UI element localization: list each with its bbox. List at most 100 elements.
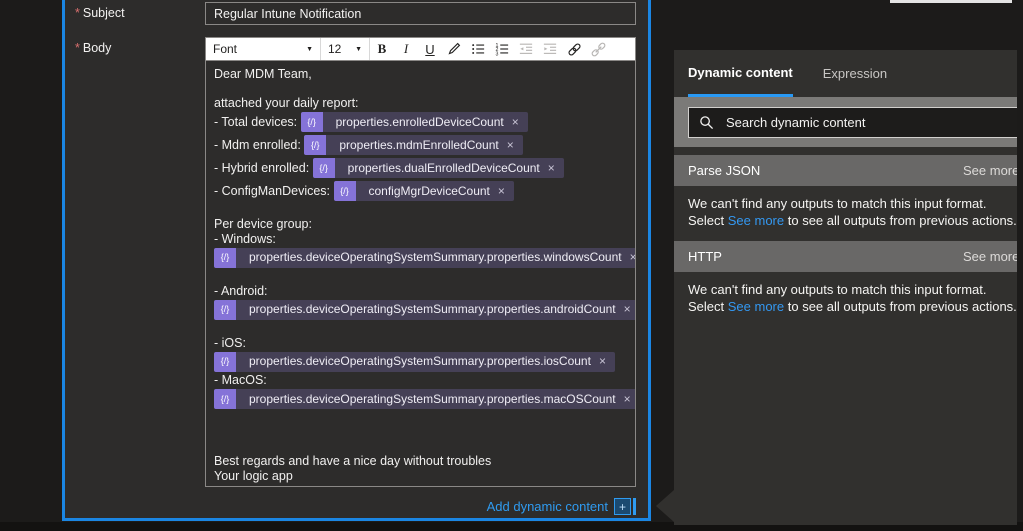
token-label: properties.enrolledDeviceCount× <box>323 112 528 132</box>
body-line-with-token: {/} properties.deviceOperatingSystemSumma… <box>214 246 627 269</box>
numbered-list-button[interactable]: 123 <box>490 38 514 60</box>
dynamic-token[interactable]: {/}properties.deviceOperatingSystemSumma… <box>214 389 636 409</box>
remove-token-icon[interactable]: × <box>624 392 631 407</box>
token-badge-icon: {/} <box>313 158 335 178</box>
add-dynamic-content-row: Add dynamic content + <box>205 498 636 515</box>
panel-tabs: Dynamic content Expression <box>674 50 1017 97</box>
output-group-parse-json: Parse JSONSee moreWe can't find any outp… <box>674 155 1017 229</box>
italic-button[interactable]: I <box>394 38 418 60</box>
body-line-with-token: {/}properties.deviceOperatingSystemSumma… <box>214 298 627 321</box>
add-dynamic-content-link[interactable]: Add dynamic content <box>487 499 608 514</box>
message-line-1: We can't find any outputs to match this … <box>688 281 1017 298</box>
font-size-dropdown[interactable]: 12 ▼ <box>321 38 370 60</box>
no-outputs-message: We can't find any outputs to match this … <box>674 281 1017 315</box>
body-line <box>214 440 627 455</box>
see-more-inline-link[interactable]: See more <box>728 213 784 228</box>
token-badge-icon: {/} <box>214 352 236 372</box>
link-icon <box>567 42 582 57</box>
required-asterisk: * <box>75 41 80 55</box>
dynamic-token[interactable]: {/} properties.deviceOperatingSystemSumma… <box>214 248 636 268</box>
font-family-dropdown[interactable]: Font ▼ <box>206 38 321 60</box>
token-text: properties.mdmEnrolledCount <box>339 138 498 153</box>
no-outputs-message: We can't find any outputs to match this … <box>674 195 1017 229</box>
body-line <box>214 411 627 426</box>
subject-input[interactable] <box>205 2 636 25</box>
body-line: - iOS: <box>214 336 627 351</box>
token-label: properties.deviceOperatingSystemSummary.… <box>236 352 615 372</box>
message-line-2: Select See more to see all outputs from … <box>688 212 1017 229</box>
tab-dynamic-content[interactable]: Dynamic content <box>688 50 793 97</box>
token-text: properties.deviceOperatingSystemSummary.… <box>249 250 622 265</box>
body-line: attached your daily report: <box>214 96 627 111</box>
token-label: configMgrDeviceCount× <box>356 181 514 201</box>
token-badge-icon: {/} <box>301 112 323 132</box>
body-line-text: - Mdm enrolled: <box>214 138 304 153</box>
dynamic-token[interactable]: {/} properties.mdmEnrolledCount × <box>304 135 522 155</box>
text-cursor <box>633 498 636 515</box>
dynamic-token[interactable]: {/}properties.dualEnrolledDeviceCount× <box>313 158 564 178</box>
body-line-with-token: {/} properties.deviceOperatingSystemSumma… <box>214 350 627 373</box>
remove-token-icon[interactable]: × <box>512 115 519 130</box>
unlink-button <box>586 38 610 60</box>
unlink-icon <box>591 42 606 57</box>
output-groups: Parse JSONSee moreWe can't find any outp… <box>674 155 1017 315</box>
tab-expression[interactable]: Expression <box>823 50 887 97</box>
dynamic-token[interactable]: {/} properties.deviceOperatingSystemSumma… <box>214 352 615 372</box>
bold-button[interactable]: B <box>370 38 394 60</box>
body-line-text: - ConfigManDevices: <box>214 184 334 199</box>
bullet-list-button[interactable] <box>466 38 490 60</box>
link-button[interactable] <box>562 38 586 60</box>
remove-token-icon[interactable]: × <box>507 138 514 153</box>
body-line: Your logic app <box>214 469 627 484</box>
search-band <box>674 97 1017 147</box>
body-line <box>214 269 627 284</box>
group-header: Parse JSON See more <box>674 155 1017 186</box>
body-line <box>214 321 627 336</box>
token-label: properties.mdmEnrolledCount × <box>326 135 522 155</box>
text-color-button[interactable] <box>442 38 466 60</box>
dynamic-content-panel: Dynamic content Expression Parse JSON See … <box>674 50 1017 525</box>
body-line: - Android: <box>214 284 627 299</box>
see-more-inline-link[interactable]: See more <box>728 299 784 314</box>
message-text: Select <box>688 213 728 228</box>
body-editor-content[interactable]: Dear MDM Team, attached your daily repor… <box>205 60 636 487</box>
token-label: properties.deviceOperatingSystemSummary.… <box>236 300 636 320</box>
token-badge-icon: {/} <box>214 248 236 268</box>
remove-token-icon[interactable]: × <box>630 250 636 265</box>
token-text: properties.deviceOperatingSystemSummary.… <box>249 354 591 369</box>
dynamic-token[interactable]: {/}properties.enrolledDeviceCount× <box>301 112 528 132</box>
chevron-down-icon: ▼ <box>355 46 362 53</box>
body-line <box>214 82 627 97</box>
indent-button <box>538 38 562 60</box>
body-line: Per device group: <box>214 217 627 232</box>
message-text: to see all outputs from previous actions… <box>784 213 1017 228</box>
remove-token-icon[interactable]: × <box>624 302 631 317</box>
group-header: HTTPSee more <box>674 241 1017 272</box>
body-rich-text-editor: Font ▼ 12 ▼ BIU 123 Dear MDM Team, attach… <box>205 37 636 487</box>
body-line-with-token: {/}properties.deviceOperatingSystemSumma… <box>214 388 627 411</box>
underline-button[interactable]: U <box>418 38 442 60</box>
body-line <box>214 425 627 440</box>
dynamic-token[interactable]: {/}configMgrDeviceCount× <box>334 181 514 201</box>
message-text: to see all outputs from previous actions… <box>784 299 1017 314</box>
required-asterisk: * <box>75 6 80 20</box>
body-line-text: - Total devices: <box>214 115 301 130</box>
remove-token-icon[interactable]: × <box>548 161 555 176</box>
remove-token-icon[interactable]: × <box>498 184 505 199</box>
search-icon <box>699 115 714 130</box>
see-more-link[interactable]: See more <box>963 249 1017 264</box>
remove-token-icon[interactable]: × <box>599 354 606 369</box>
toolbar-buttons: BIU 123 <box>370 38 610 60</box>
dynamic-token[interactable]: {/}properties.deviceOperatingSystemSumma… <box>214 300 636 320</box>
dynamic-content-search-input[interactable] <box>724 114 1008 131</box>
group-title: Parse JSON <box>688 163 760 178</box>
plus-icon[interactable]: + <box>614 498 631 515</box>
token-label: properties.dualEnrolledDeviceCount× <box>335 158 564 178</box>
search-box <box>688 107 1017 138</box>
outdent-button <box>514 38 538 60</box>
token-badge-icon: {/} <box>214 389 236 409</box>
see-more-link[interactable]: See more <box>963 163 1017 178</box>
token-badge-icon: {/} <box>304 135 326 155</box>
body-label: *Body <box>75 41 111 55</box>
body-line <box>214 203 627 218</box>
